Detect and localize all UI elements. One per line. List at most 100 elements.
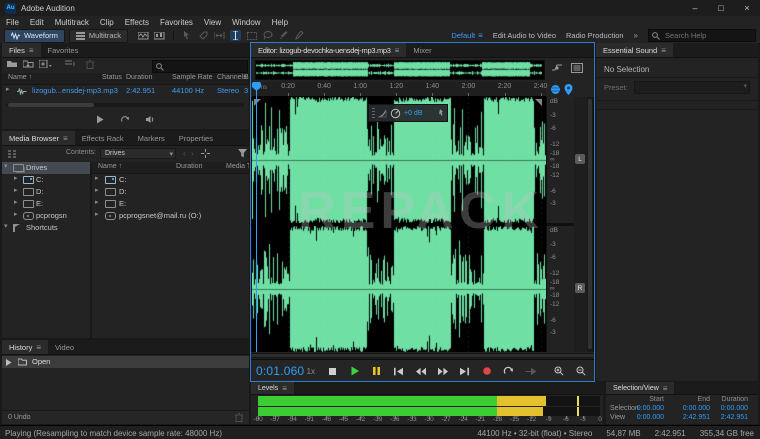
panel-menu-icon[interactable]: ≡ <box>29 46 34 55</box>
channel-badge-left[interactable]: L <box>575 154 585 164</box>
tab-files[interactable]: Files ≡ <box>2 43 41 57</box>
channel-divider[interactable] <box>251 223 547 226</box>
level-meter-left[interactable] <box>258 396 600 406</box>
help-search[interactable] <box>648 29 756 42</box>
brush-tool-icon[interactable] <box>278 30 289 41</box>
files-search[interactable] <box>152 60 248 73</box>
tab-media-browser[interactable]: Media Browser ≡ <box>2 131 75 145</box>
record-button[interactable] <box>480 366 493 377</box>
panel-menu-icon[interactable]: ≡ <box>282 384 287 393</box>
timeline-ruler[interactable]: hms 0:200:401:001:201:402:002:202:40 <box>252 82 546 97</box>
tab-effects-rack[interactable]: Effects Rack <box>75 131 131 145</box>
fast-forward-button[interactable] <box>436 366 449 377</box>
scrollbar-thumb[interactable] <box>8 103 94 107</box>
panel-menu-icon[interactable]: ≡ <box>395 46 400 55</box>
preview-play-button[interactable] <box>96 115 104 124</box>
slip-tool-icon[interactable] <box>214 30 225 41</box>
import-file-button[interactable] <box>23 60 34 68</box>
healing-brush-tool-icon[interactable] <box>294 30 305 41</box>
expand-icon[interactable]: ▸ <box>6 85 10 93</box>
preset-dropdown[interactable] <box>634 81 750 94</box>
media-list-column-header[interactable]: Name ↑ <box>98 163 122 170</box>
panel-menu-icon[interactable]: ≡ <box>63 134 68 143</box>
twirl-icon[interactable]: ▸ <box>14 186 18 194</box>
twirl-icon[interactable]: ▸ <box>95 198 99 206</box>
time-selection-tool-icon[interactable] <box>230 30 241 41</box>
editor-horizontal-scrollbar[interactable] <box>252 353 593 358</box>
tab-properties[interactable]: Properties <box>172 131 220 145</box>
tab-levels[interactable]: Levels ≡ <box>251 382 294 394</box>
multitrack-view-button[interactable]: Multitrack <box>69 29 128 43</box>
scrollbar-thumb[interactable] <box>252 354 593 357</box>
panel-menu-icon[interactable]: ≡ <box>663 384 668 393</box>
time-display[interactable]: 0:01.060 <box>256 364 304 378</box>
tab-favorites[interactable]: Favorites <box>41 43 86 57</box>
tab-selection-view[interactable]: Selection/View ≡ <box>606 382 674 394</box>
ruler-toggle-icon-1[interactable] <box>550 84 561 95</box>
level-meter-right[interactable] <box>258 407 600 416</box>
playback-speed-label[interactable]: 1x <box>304 366 317 377</box>
file-row[interactable]: ▸ lizogub...ensdej-mp3.mp3 2:42.95144100… <box>2 85 249 97</box>
play-button[interactable] <box>348 366 361 377</box>
panel-menu-icon[interactable]: ≡ <box>661 46 666 55</box>
vertical-scrollbar[interactable] <box>587 97 593 352</box>
insert-into-multitrack-button[interactable] <box>65 60 76 68</box>
media-row-2[interactable]: ▸D: <box>92 186 249 198</box>
panel-menu-icon[interactable]: ≡ <box>36 343 41 352</box>
view-duration-value[interactable]: 2:42.951 <box>714 414 748 421</box>
twirl-icon[interactable]: ▸ <box>95 174 99 182</box>
open-file-button[interactable] <box>7 60 18 68</box>
tree-item-drives[interactable]: ▾Drives <box>2 162 90 174</box>
files-column-header[interactable]: Duration <box>126 74 152 81</box>
hud-knob-icon[interactable] <box>390 108 401 119</box>
overview-menu-icon[interactable] <box>571 63 583 73</box>
tree-item-e-[interactable]: ▸E: <box>2 198 90 210</box>
minimize-button[interactable]: – <box>682 0 708 16</box>
twirl-icon[interactable]: ▸ <box>14 210 18 218</box>
menu-edit[interactable]: Edit <box>30 18 44 27</box>
view-start-value[interactable]: 0:00.000 <box>630 414 664 421</box>
overview-waveform-canvas[interactable] <box>256 61 542 77</box>
twirl-icon[interactable]: ▾ <box>4 162 8 170</box>
pause-button[interactable] <box>370 366 383 377</box>
overview-slider-icon[interactable] <box>551 63 563 73</box>
files-column-header[interactable]: Channels <box>217 74 247 81</box>
menu-favorites[interactable]: Favorites <box>160 18 193 27</box>
tree-view-icon[interactable] <box>7 150 17 159</box>
media-row-4[interactable]: ▸pcprogsnet@mail.ru (O:) <box>92 210 249 222</box>
stop-button[interactable] <box>326 366 339 377</box>
move-previous-button[interactable] <box>392 366 405 377</box>
contents-dropdown[interactable]: Drives ▾ <box>100 148 176 159</box>
back-button[interactable]: ‹ <box>183 149 186 158</box>
workspace-overflow-icon[interactable]: » <box>634 31 638 40</box>
help-search-input[interactable] <box>663 30 747 41</box>
menu-window[interactable]: Window <box>232 18 260 27</box>
waveform-display[interactable]: dB-3-6-12-18∞-18-12-6-3 dB-3-6-12-18∞-18… <box>251 97 594 352</box>
hud-gain-value[interactable]: +0 dB <box>404 110 423 117</box>
view-end-value[interactable]: 2:42.951 <box>676 414 710 421</box>
selection-end-value[interactable]: 0:00.000 <box>676 405 710 412</box>
tree-item-d-[interactable]: ▸D: <box>2 186 90 198</box>
filter-icon[interactable] <box>238 149 247 158</box>
hud-gain-control[interactable]: +0 dB <box>368 104 448 122</box>
selection-start-value[interactable]: 0:00.000 <box>630 405 664 412</box>
tab-markers[interactable]: Markers <box>131 131 172 145</box>
tab-editor[interactable]: Editor: lizogub-devochka-uensdej-mp3.mp3… <box>251 43 406 57</box>
menu-clip[interactable]: Clip <box>100 18 114 27</box>
delete-file-button[interactable] <box>86 60 94 69</box>
channel-badge-right[interactable]: R <box>575 283 585 293</box>
tree-item-pcprogsn[interactable]: ▸pcprogsn <box>2 210 90 222</box>
spectral-display-icon[interactable] <box>154 30 165 41</box>
menu-file[interactable]: File <box>6 18 19 27</box>
waveform-view-button[interactable]: Waveform <box>4 29 65 43</box>
menu-effects[interactable]: Effects <box>125 18 149 27</box>
add-shortcut-button[interactable] <box>201 149 211 158</box>
files-search-input[interactable] <box>167 61 233 72</box>
files-column-header[interactable]: Status <box>102 74 122 81</box>
lasso-tool-icon[interactable] <box>262 30 273 41</box>
workspace-default[interactable]: Default ≡ <box>451 31 482 40</box>
marquee-tool-icon[interactable] <box>246 30 257 41</box>
ruler-toggle-icon-2[interactable] <box>564 84 573 95</box>
history-entry-open[interactable]: Open <box>2 356 249 368</box>
overview-strip[interactable] <box>255 60 545 80</box>
